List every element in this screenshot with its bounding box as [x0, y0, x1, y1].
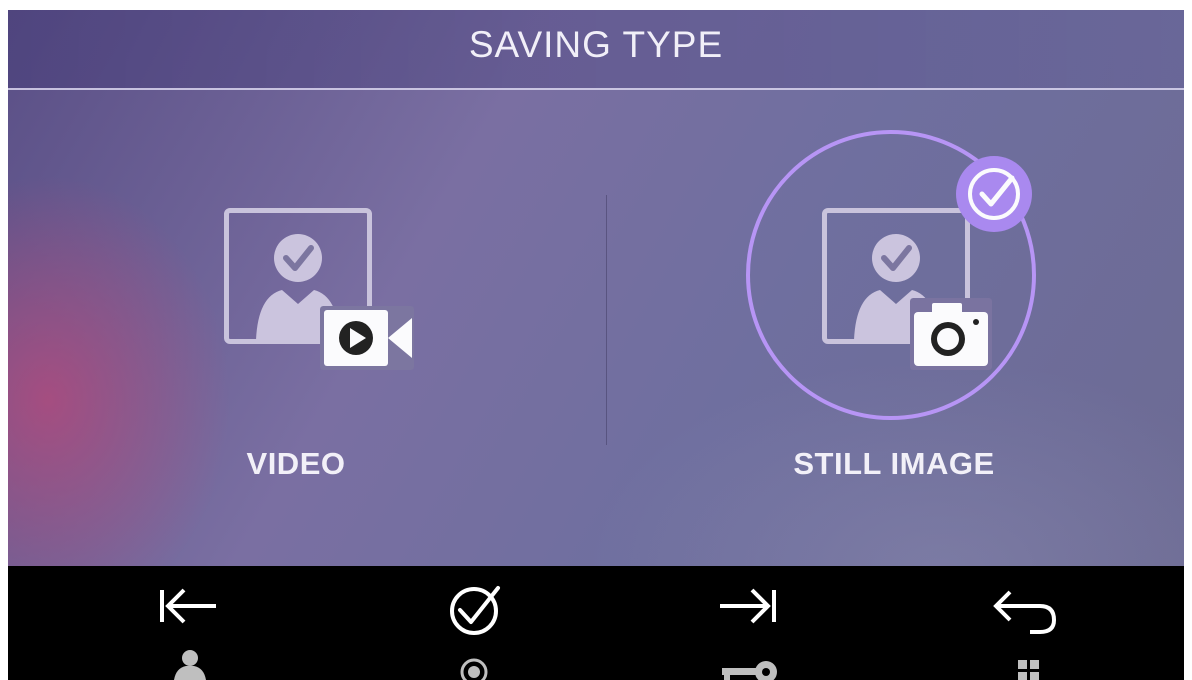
- option-still-image-label: STILL IMAGE: [793, 446, 995, 481]
- page-title: SAVING TYPE: [468, 24, 724, 65]
- next-button[interactable]: [688, 566, 808, 680]
- selected-check-icon: [956, 156, 1032, 232]
- record-icon: [460, 658, 488, 680]
- photo-camera-icon: [910, 298, 992, 370]
- option-video-label: VIDEO: [246, 446, 346, 481]
- key-icon: [722, 661, 777, 680]
- options-divider: [606, 195, 607, 445]
- header-bar: SAVING TYPE: [8, 10, 1184, 90]
- video-camera-icon: [320, 306, 414, 370]
- saving-type-screen: SAVING TYPE VIDEO STILL IMAGE: [8, 10, 1184, 680]
- back-button[interactable]: [968, 566, 1088, 680]
- confirm-button[interactable]: [414, 566, 534, 680]
- previous-button[interactable]: [130, 566, 250, 680]
- person-icon: [174, 650, 206, 680]
- bottom-navigation-bar: [8, 566, 1184, 680]
- grid-icon: [1018, 660, 1039, 680]
